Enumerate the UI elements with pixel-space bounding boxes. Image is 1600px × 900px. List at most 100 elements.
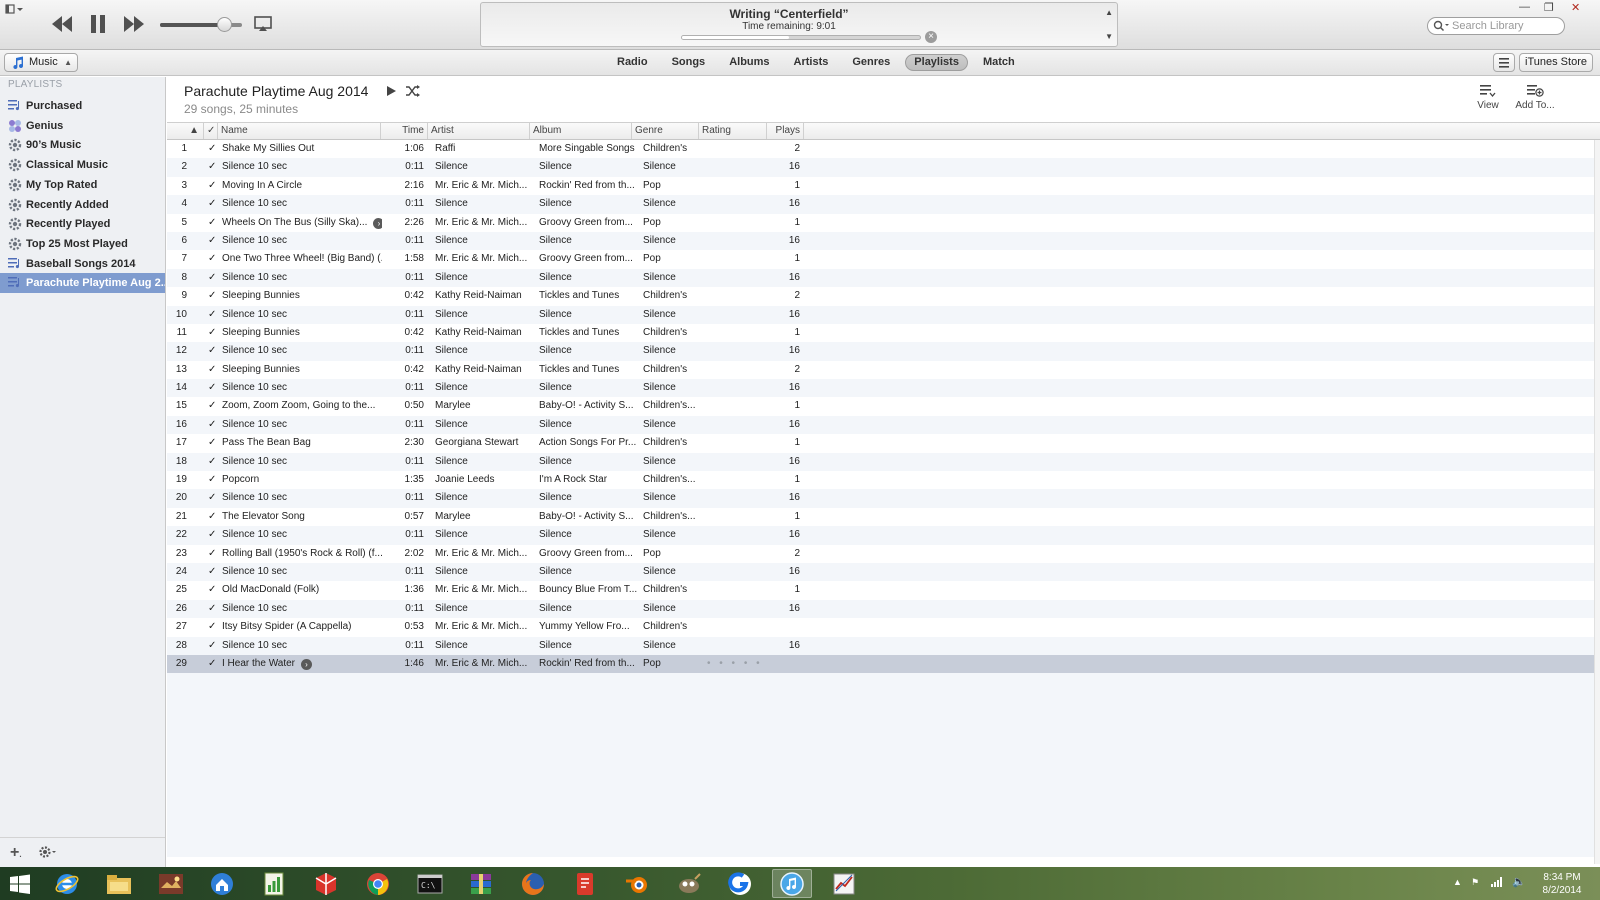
playlist-settings-button[interactable] xyxy=(38,845,58,859)
column-header-name[interactable]: Name xyxy=(218,123,381,139)
play-playlist-button[interactable] xyxy=(385,85,397,97)
itunes-icon[interactable] xyxy=(772,869,813,898)
table-row[interactable]: ✓ 27 Itsy Bitsy Spider (A Cappella) 0:53 Mr.… xyxy=(167,618,1600,636)
file-explorer-icon[interactable] xyxy=(99,869,139,898)
row-checkbox[interactable]: ✓ xyxy=(208,306,218,324)
blue-app-icon[interactable] xyxy=(720,869,760,898)
table-row[interactable]: ✓ 21 The Elevator Song 0:57 Marylee Baby-O! -… xyxy=(167,508,1600,526)
firefox-icon[interactable] xyxy=(513,869,553,898)
tab-artists[interactable]: Artists xyxy=(785,54,838,71)
spreadsheet-app-icon[interactable] xyxy=(254,869,294,898)
sidebar-item-purchased[interactable]: Purchased xyxy=(0,96,165,116)
sidebar-item-genius[interactable]: Genius xyxy=(0,116,165,136)
chrome-icon[interactable] xyxy=(358,869,398,898)
table-row[interactable]: ✓ 28 Silence 10 sec 0:11 Silence Silence Silen… xyxy=(167,636,1600,655)
row-checkbox[interactable]: ✓ xyxy=(208,471,218,489)
table-row[interactable]: ✓ 25 Old MacDonald (Folk) 1:36 Mr. Eric & Mr… xyxy=(167,581,1600,599)
row-checkbox[interactable]: ✓ xyxy=(208,250,218,268)
add-playlist-button[interactable]: +. xyxy=(10,844,22,862)
column-header-rating[interactable]: Rating xyxy=(699,123,767,139)
table-row[interactable]: ✓ 20 Silence 10 sec 0:11 Silence Silence Silen… xyxy=(167,489,1600,508)
table-row[interactable]: ✓ 29 I Hear the Water › 1:46 Mr. Eric & Mr. M… xyxy=(167,654,1600,674)
pause-button[interactable] xyxy=(88,13,108,35)
row-checkbox[interactable]: ✓ xyxy=(208,563,218,581)
table-row[interactable]: ✓ 22 Silence 10 sec 0:11 Silence Silence Silen… xyxy=(167,526,1600,545)
start-button[interactable] xyxy=(9,874,31,894)
table-row[interactable]: ✓ 17 Pass The Bean Bag 2:30 Georgiana Stewar… xyxy=(167,434,1600,452)
row-checkbox[interactable]: ✓ xyxy=(208,508,218,526)
row-checkbox[interactable]: ✓ xyxy=(208,453,218,471)
sidebar-item-recently-played[interactable]: Recently Played xyxy=(0,214,165,234)
tab-playlists[interactable]: Playlists xyxy=(905,54,968,71)
column-header-check[interactable]: ✓ xyxy=(204,123,218,139)
table-row[interactable]: ✓ 15 Zoom, Zoom Zoom, Going to the... 0:50 M… xyxy=(167,397,1600,415)
volume-knob[interactable] xyxy=(216,17,232,32)
table-row[interactable]: ✓ 19 Popcorn 1:35 Joanie Leeds I'm A Rock Sta… xyxy=(167,471,1600,489)
view-options-button[interactable]: View xyxy=(1466,83,1510,111)
row-checkbox[interactable]: ✓ xyxy=(208,416,218,434)
add-to-button[interactable]: Add To... xyxy=(1513,83,1557,111)
row-checkbox[interactable]: ✓ xyxy=(208,637,218,655)
itunes-store-button[interactable]: iTunes Store xyxy=(1519,53,1593,72)
table-row[interactable]: ✓ 8 Silence 10 sec 0:11 Silence Silence Silenc… xyxy=(167,268,1600,288)
sidebar-item-baseball-songs-2014[interactable]: Baseball Songs 2014 xyxy=(0,254,165,274)
row-checkbox[interactable]: ✓ xyxy=(208,342,218,360)
row-checkbox[interactable]: ✓ xyxy=(208,361,218,379)
row-checkbox[interactable]: ✓ xyxy=(208,581,218,599)
table-row[interactable]: ✓ 26 Silence 10 sec 0:11 Silence Silence Silen… xyxy=(167,599,1600,619)
search-input[interactable]: Search Library xyxy=(1427,17,1565,35)
game-app-icon[interactable] xyxy=(151,869,191,898)
row-checkbox[interactable]: ✓ xyxy=(208,434,218,452)
app-menu-button[interactable] xyxy=(5,3,25,17)
display-up-arrow-icon[interactable]: ▲ xyxy=(1105,8,1113,17)
table-row[interactable]: ✓ 13 Sleeping Bunnies 0:42 Kathy Reid-Naiman… xyxy=(167,361,1600,379)
column-header-time[interactable]: Time xyxy=(381,123,428,139)
tab-match[interactable]: Match xyxy=(974,54,1024,71)
system-clock[interactable]: 8:34 PM 8/2/2014 xyxy=(1532,871,1592,897)
row-checkbox[interactable]: ✓ xyxy=(208,545,218,563)
winrar-icon[interactable] xyxy=(461,869,501,898)
column-header-album[interactable]: Album xyxy=(530,123,632,139)
row-checkbox[interactable]: ✓ xyxy=(208,618,218,636)
cancel-operation-icon[interactable]: × xyxy=(925,31,937,43)
column-header-plays[interactable]: Plays xyxy=(767,123,804,139)
table-row[interactable]: ✓ 10 Silence 10 sec 0:11 Silence Silence Silen… xyxy=(167,305,1600,324)
volume-slider[interactable] xyxy=(160,17,242,32)
table-row[interactable]: ✓ 4 Silence 10 sec 0:11 Silence Silence Silenc… xyxy=(167,195,1600,214)
sidebar-item-parachute-playtime-aug-2[interactable]: Parachute Playtime Aug 2... xyxy=(0,273,165,294)
row-checkbox[interactable]: ✓ xyxy=(208,397,218,415)
row-checkbox[interactable]: ✓ xyxy=(208,232,218,250)
table-row[interactable]: ✓ 6 Silence 10 sec 0:11 Silence Silence Silenc… xyxy=(167,231,1600,251)
close-window-icon[interactable]: ✕ xyxy=(1571,1,1580,14)
network-signal-icon[interactable] xyxy=(1491,877,1503,887)
tray-overflow-icon[interactable]: ▲ xyxy=(1453,877,1462,887)
action-center-flag-icon[interactable]: ⚑ xyxy=(1471,877,1479,888)
table-row[interactable]: ✓ 23 Rolling Ball (1950's Rock & Roll) (f.… xyxy=(167,545,1600,563)
table-row[interactable]: ✓ 1 Shake My Sillies Out 1:06 Raffi More Sing… xyxy=(167,140,1600,158)
table-row[interactable]: ✓ 11 Sleeping Bunnies 0:42 Kathy Reid-Naiman… xyxy=(167,324,1600,342)
row-checkbox[interactable]: ✓ xyxy=(208,214,218,232)
media-source-selector[interactable]: Music ▲▼ xyxy=(4,53,78,84)
red-app-icon[interactable] xyxy=(565,869,605,898)
blender-icon[interactable] xyxy=(617,869,657,898)
row-checkbox[interactable]: ✓ xyxy=(208,158,218,176)
sidebar-item-classical-music[interactable]: Classical Music xyxy=(0,155,165,175)
previous-track-button[interactable] xyxy=(50,13,74,35)
table-row[interactable]: ✓ 16 Silence 10 sec 0:11 Silence Silence Silen… xyxy=(167,415,1600,435)
command-prompt-icon[interactable]: C:\ xyxy=(410,869,450,898)
tab-genres[interactable]: Genres xyxy=(843,54,899,71)
row-checkbox[interactable]: ✓ xyxy=(208,177,218,195)
column-header-artist[interactable]: Artist xyxy=(428,123,530,139)
table-row[interactable]: ✓ 24 Silence 10 sec 0:11 Silence Silence Silen… xyxy=(167,562,1600,582)
table-row[interactable]: ✓ 12 Silence 10 sec 0:11 Silence Silence Silen… xyxy=(167,342,1600,361)
row-checkbox[interactable]: ✓ xyxy=(208,526,218,544)
row-checkbox[interactable]: ✓ xyxy=(208,269,218,287)
shuffle-button[interactable] xyxy=(405,84,421,98)
table-row[interactable]: ✓ 3 Moving In A Circle 2:16 Mr. Eric & Mr. M… xyxy=(167,177,1600,195)
chart-app-icon[interactable] xyxy=(824,869,864,898)
up-next-button[interactable] xyxy=(1493,53,1515,72)
table-row[interactable]: ✓ 18 Silence 10 sec 0:11 Silence Silence Silen… xyxy=(167,452,1600,472)
table-row[interactable]: ✓ 9 Sleeping Bunnies 0:42 Kathy Reid-Naiman T… xyxy=(167,287,1600,305)
tab-songs[interactable]: Songs xyxy=(663,54,715,71)
next-track-button[interactable] xyxy=(122,13,146,35)
